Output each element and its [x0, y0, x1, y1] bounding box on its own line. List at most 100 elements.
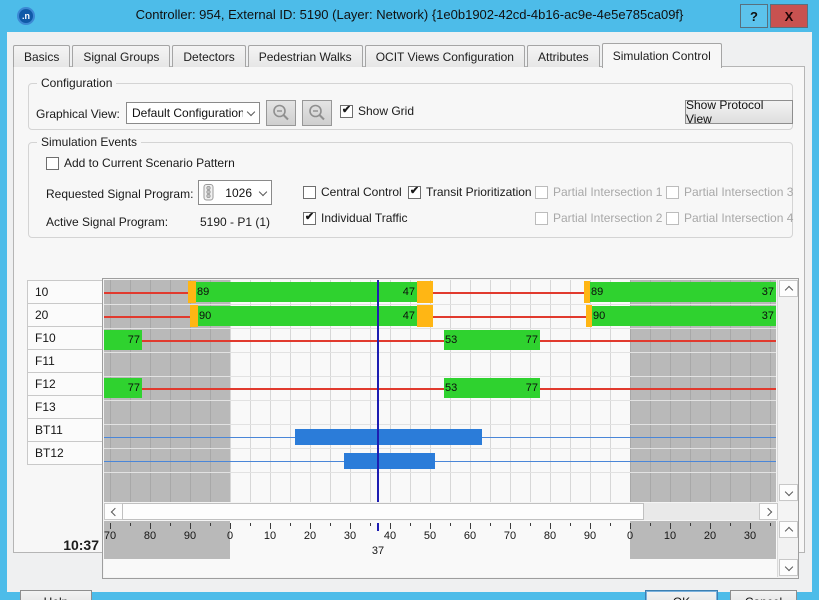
- axis-tick-label: 70: [104, 530, 123, 542]
- signal-row-labels: 1020F10F11F12F13BT11BT12: [27, 281, 103, 465]
- signal-row-label-f11: F11: [27, 349, 103, 373]
- gridline: [150, 280, 151, 502]
- row-separator: [104, 472, 776, 473]
- show-grid-checkbox[interactable]: ✔Show Grid: [340, 104, 414, 118]
- axis-tick: [410, 523, 411, 526]
- amber-phase-bar[interactable]: [417, 281, 433, 303]
- amber-phase-bar[interactable]: [190, 305, 198, 327]
- signal-timing-plot[interactable]: 8947893790479037775377775377: [104, 280, 776, 502]
- phase-end-second: 47: [403, 285, 415, 299]
- scroll-up-icon[interactable]: [779, 280, 798, 297]
- axis-tick: [730, 523, 731, 526]
- axis-tick-label: 60: [457, 530, 483, 542]
- scroll-up-icon[interactable]: [779, 521, 798, 538]
- phase-end-second: 77: [526, 333, 538, 347]
- clock-display: 10:37: [27, 537, 99, 553]
- cancel-button[interactable]: Cancel: [730, 590, 797, 600]
- axis-tick: [330, 523, 331, 526]
- individual-traffic-checkbox[interactable]: ✔Individual Traffic: [303, 211, 408, 225]
- magnifier-minus-icon: [307, 103, 327, 123]
- ok-button[interactable]: OK: [645, 590, 718, 600]
- phase-end-second: 77: [526, 381, 538, 395]
- green-phase-bar[interactable]: 8937: [590, 282, 776, 302]
- axis-tick-label: 10: [657, 530, 683, 542]
- tab-pedestrian-walks[interactable]: Pedestrian Walks: [248, 45, 363, 67]
- active-signal-program-label: Active Signal Program:: [46, 215, 168, 229]
- amber-phase-bar[interactable]: [417, 305, 433, 327]
- axis-tick-label: 0: [217, 530, 243, 542]
- phase-start-second: 89: [591, 285, 603, 299]
- green-phase-bar[interactable]: 77: [104, 330, 142, 350]
- transit-window-bar[interactable]: [344, 453, 435, 469]
- axis-tick-label: 80: [537, 530, 563, 542]
- zoom-out-button-2[interactable]: [302, 100, 332, 126]
- axis-tick-label: 30: [337, 530, 363, 542]
- partial-intersection-2-checkbox: ✔Partial Intersection 2: [535, 211, 662, 225]
- chart-horizontal-scrollbar[interactable]: [104, 503, 777, 520]
- scroll-down-icon[interactable]: [779, 484, 798, 501]
- transit-window-bar[interactable]: [295, 429, 482, 445]
- horizontal-scroll-thumb[interactable]: [122, 503, 644, 520]
- axis-tick: [630, 523, 631, 529]
- green-phase-bar[interactable]: 53 77: [444, 378, 540, 398]
- window-title: Controller: 954, External ID: 5190 (Laye…: [0, 0, 819, 30]
- axis-tick: [290, 523, 291, 526]
- tab-detectors[interactable]: Detectors: [172, 45, 245, 67]
- axis-tick-label: 10: [257, 530, 283, 542]
- tab-ocit-views-configuration[interactable]: OCIT Views Configuration: [365, 45, 525, 67]
- transit-prioritization-checkbox[interactable]: ✔Transit Prioritization: [408, 185, 532, 199]
- requested-signal-program-select[interactable]: 1026: [198, 180, 272, 205]
- phase-start-second: 90: [199, 309, 211, 323]
- red-phase-line: [104, 316, 190, 318]
- active-signal-program-value: 5190 - P1 (1): [200, 215, 270, 229]
- row-separator: [104, 328, 776, 329]
- help-button[interactable]: Help: [20, 590, 92, 600]
- central-control-checkbox[interactable]: ✔Central Control: [303, 185, 402, 199]
- axis-tick-label: 90: [577, 530, 603, 542]
- green-phase-bar[interactable]: 9037: [592, 306, 776, 326]
- current-time-line: [377, 280, 379, 502]
- controller-dialog: .n Controller: 954, External ID: 5190 (L…: [0, 0, 819, 600]
- close-icon[interactable]: X: [770, 4, 808, 28]
- red-phase-line: [433, 292, 584, 294]
- axis-tick: [530, 523, 531, 526]
- green-phase-bar[interactable]: 8947: [196, 282, 417, 302]
- axis-tick-label: 40: [377, 530, 403, 542]
- amber-phase-bar[interactable]: [188, 281, 196, 303]
- zoom-out-button-1[interactable]: [266, 100, 296, 126]
- green-phase-bar[interactable]: 77: [104, 378, 142, 398]
- axis-vertical-scrollbar[interactable]: [777, 521, 798, 577]
- axis-tick-label: 20: [297, 530, 323, 542]
- red-phase-line: [142, 340, 444, 342]
- axis-tick: [690, 523, 691, 526]
- scroll-left-icon[interactable]: [104, 503, 123, 520]
- signal-row-label-f10: F10: [27, 326, 103, 350]
- phase-end-second: 37: [762, 309, 774, 323]
- graphical-view-value: Default Configuration: [127, 106, 243, 120]
- graphical-view-select[interactable]: Default Configuration: [126, 102, 260, 124]
- scroll-right-icon[interactable]: [759, 503, 778, 520]
- axis-tick: [750, 523, 751, 529]
- show-protocol-view-button[interactable]: Show Protocol View: [685, 100, 793, 124]
- green-phase-bar[interactable]: 5377: [444, 330, 540, 350]
- phase-start-second: 53: [445, 381, 457, 395]
- tab-strip: Basics Signal Groups Detectors Pedestria…: [13, 42, 724, 67]
- row-separator: [104, 352, 776, 353]
- axis-tick: [610, 523, 611, 526]
- green-phase-bar[interactable]: 9047: [198, 306, 417, 326]
- axis-tick-label: 30: [737, 530, 763, 542]
- titlebar-help-button[interactable]: ?: [740, 4, 768, 28]
- signal-row-label-f13: F13: [27, 395, 103, 419]
- simulation-control-page: Configuration Graphical View: Default Co…: [13, 66, 805, 553]
- add-to-current-scenario-pattern-checkbox[interactable]: ✔Add to Current Scenario Pattern: [46, 156, 235, 170]
- tab-basics[interactable]: Basics: [13, 45, 70, 67]
- chart-vertical-scrollbar[interactable]: [777, 280, 798, 502]
- red-phase-line: [142, 388, 444, 390]
- current-time-label: 37: [365, 545, 391, 557]
- tab-attributes[interactable]: Attributes: [527, 45, 600, 67]
- axis-tick-label: 0: [617, 530, 643, 542]
- signal-row-label-20: 20: [27, 303, 103, 327]
- tab-simulation-control[interactable]: Simulation Control: [602, 43, 722, 68]
- scroll-down-icon[interactable]: [779, 559, 798, 576]
- tab-signal-groups[interactable]: Signal Groups: [72, 45, 170, 67]
